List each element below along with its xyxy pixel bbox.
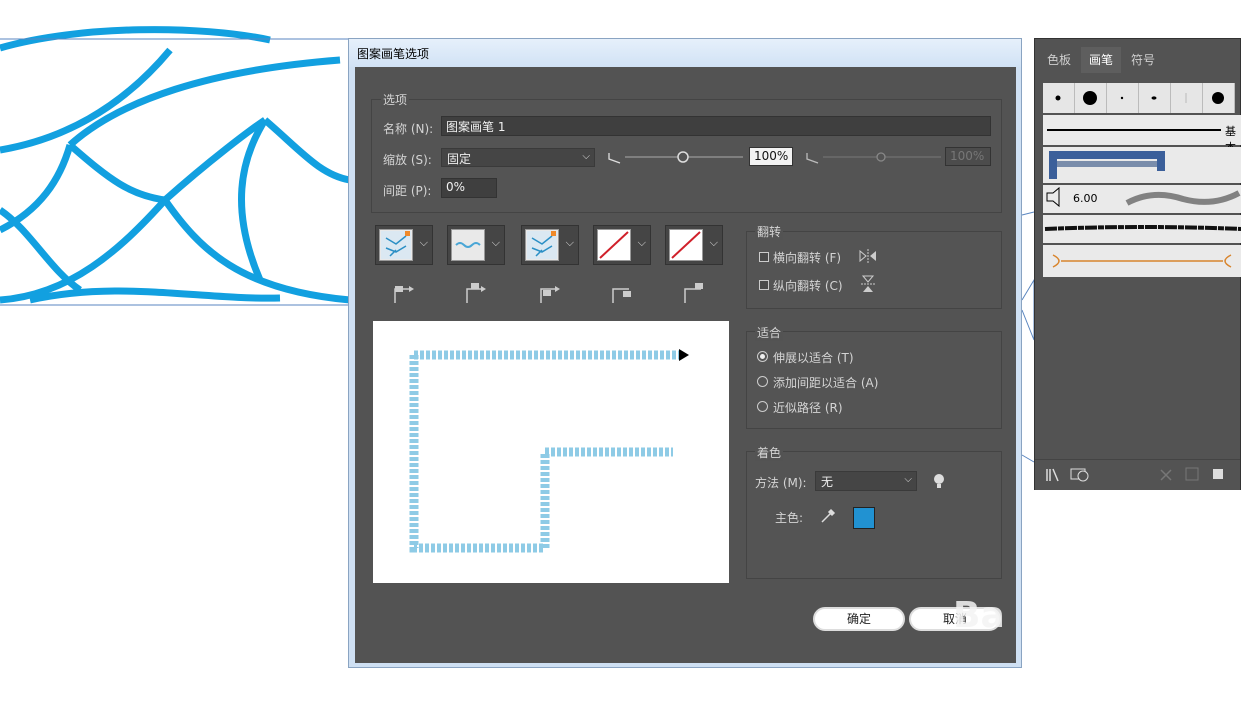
flip-vertical-label: 纵向翻转 (C) — [773, 279, 843, 293]
fit-stretch-radio[interactable] — [757, 351, 768, 362]
inner-corner-tile-select[interactable]: ⌵ — [521, 225, 579, 265]
side-tile-icon — [394, 286, 414, 303]
scale-select-value: 固定 — [447, 152, 472, 166]
none-swatch-icon — [599, 231, 629, 259]
scale-select[interactable]: 固定 ⌵ — [441, 148, 595, 167]
pattern-swatch-icon — [527, 231, 557, 259]
method-label: 方法 (M): — [755, 476, 807, 490]
tab-brushes[interactable]: 画笔 — [1081, 47, 1122, 73]
brush-row-basic[interactable]: 基本 — [1043, 115, 1241, 154]
flip-horizontal-checkbox[interactable] — [759, 252, 769, 262]
end-tile-select[interactable]: ⌵ — [665, 225, 723, 265]
name-label: 名称 (N): — [383, 122, 434, 136]
brush-preview — [373, 321, 729, 583]
new-brush-icon[interactable] — [1211, 467, 1225, 481]
tab-swatches[interactable]: 色板 — [1039, 47, 1079, 73]
chevron-down-icon: ⌵ — [582, 151, 590, 162]
chevron-down-icon: ⌵ — [709, 236, 718, 249]
dialog-title: 图案画笔选项 — [357, 47, 430, 61]
brush-dot-medium[interactable] — [1203, 83, 1235, 113]
flip-horizontal-icon — [859, 249, 876, 263]
tab-symbols[interactable]: 符号 — [1123, 47, 1163, 73]
side-tile-select[interactable]: ⌵ — [375, 225, 433, 265]
spacing-input[interactable]: 0% — [441, 178, 497, 198]
key-color-swatch[interactable] — [853, 507, 875, 529]
pattern-brush-options-dialog: 图案画笔选项 选项 名称 (N): 图案画笔 1 缩放 (S): 固定 ⌵ 10… — [348, 38, 1022, 668]
pattern-swatch-icon — [381, 231, 411, 259]
brush-row-bristle[interactable]: 6.00 — [1043, 185, 1241, 213]
fit-approximate-label: 近似路径 (R) — [773, 401, 843, 415]
brushes-panel: 色板 画笔 符号 基本 6.00 — [1034, 38, 1241, 490]
slider-thumb — [677, 151, 689, 163]
pressure-icon-secondary — [806, 153, 819, 164]
flip-group — [746, 231, 1002, 309]
brush-size-label: 6.00 — [1073, 192, 1098, 205]
watermark-logo: Ba — [953, 595, 1005, 636]
name-input[interactable]: 图案画笔 1 — [441, 116, 991, 136]
brush-dot-large[interactable] — [1075, 83, 1107, 113]
preview-path — [409, 349, 689, 553]
spacing-label: 间距 (P): — [383, 184, 432, 198]
outer-corner-tile-icon — [466, 283, 486, 303]
outer-corner-tile-select[interactable]: ⌵ — [447, 225, 505, 265]
chevron-down-icon: ⌵ — [637, 236, 646, 249]
end-tile-icon — [684, 283, 703, 303]
dialog-titlebar[interactable]: 图案画笔选项 — [349, 39, 1021, 67]
key-color-label: 主色: — [775, 511, 804, 525]
ok-button[interactable]: 确定 — [813, 607, 905, 631]
brush-dot-small[interactable] — [1043, 83, 1075, 113]
fit-add-space-label: 添加间距以适合 (A) — [773, 376, 879, 390]
method-select[interactable]: 无 ⌵ — [815, 471, 917, 491]
panel-footer — [1035, 459, 1240, 490]
flip-vertical-checkbox[interactable] — [759, 280, 769, 290]
scale-slider-secondary — [823, 152, 941, 162]
fit-stretch-label: 伸展以适合 (T) — [773, 351, 854, 365]
brush-dot-tiny[interactable] — [1107, 83, 1139, 113]
none-swatch-icon — [671, 231, 701, 259]
options-group-title: 选项 — [381, 91, 410, 108]
scale-label: 缩放 (S): — [383, 153, 432, 167]
brush-libraries-icon[interactable] — [1045, 468, 1063, 482]
scale-percent-input[interactable]: 100% — [749, 147, 793, 166]
chevron-down-icon: ⌵ — [491, 236, 500, 249]
colorization-group-title: 着色 — [755, 444, 784, 461]
start-tile-icon — [612, 288, 631, 303]
tips-lightbulb-icon[interactable] — [933, 473, 945, 489]
inner-corner-tile-icon — [540, 286, 560, 303]
fit-add-space-radio[interactable] — [757, 376, 768, 387]
brush-row-decorative[interactable] — [1043, 245, 1241, 277]
scale-percent-disabled: 100% — [945, 147, 991, 166]
libraries-panel-icon[interactable] — [1069, 466, 1091, 482]
brush-dot-angled[interactable] — [1139, 83, 1171, 113]
braid-swatch-icon — [455, 242, 481, 248]
brush-dot-faint[interactable] — [1171, 83, 1203, 113]
colorization-extra — [746, 549, 1002, 579]
fit-group-title: 适合 — [755, 324, 784, 341]
eyedropper-icon[interactable] — [819, 507, 837, 525]
brush-options-icon — [1185, 467, 1199, 481]
flip-vertical-icon — [861, 275, 875, 292]
brush-row-charcoal[interactable] — [1043, 215, 1241, 243]
chevron-down-icon: ⌵ — [419, 236, 428, 249]
pressure-icon — [608, 153, 621, 164]
remove-stroke-icon — [1160, 469, 1172, 481]
chevron-down-icon: ⌵ — [904, 474, 912, 485]
flip-group-title: 翻转 — [755, 223, 784, 240]
brush-row-pattern[interactable] — [1043, 147, 1241, 183]
start-tile-select[interactable]: ⌵ — [593, 225, 651, 265]
flip-horizontal-label: 横向翻转 (F) — [773, 251, 842, 265]
chevron-down-icon: ⌵ — [565, 236, 574, 249]
method-select-value: 无 — [821, 475, 834, 489]
fit-approximate-radio[interactable] — [757, 401, 768, 412]
scale-slider[interactable] — [625, 149, 745, 165]
dialog-body: 选项 名称 (N): 图案画笔 1 缩放 (S): 固定 ⌵ 100% 100%… — [355, 67, 1016, 663]
